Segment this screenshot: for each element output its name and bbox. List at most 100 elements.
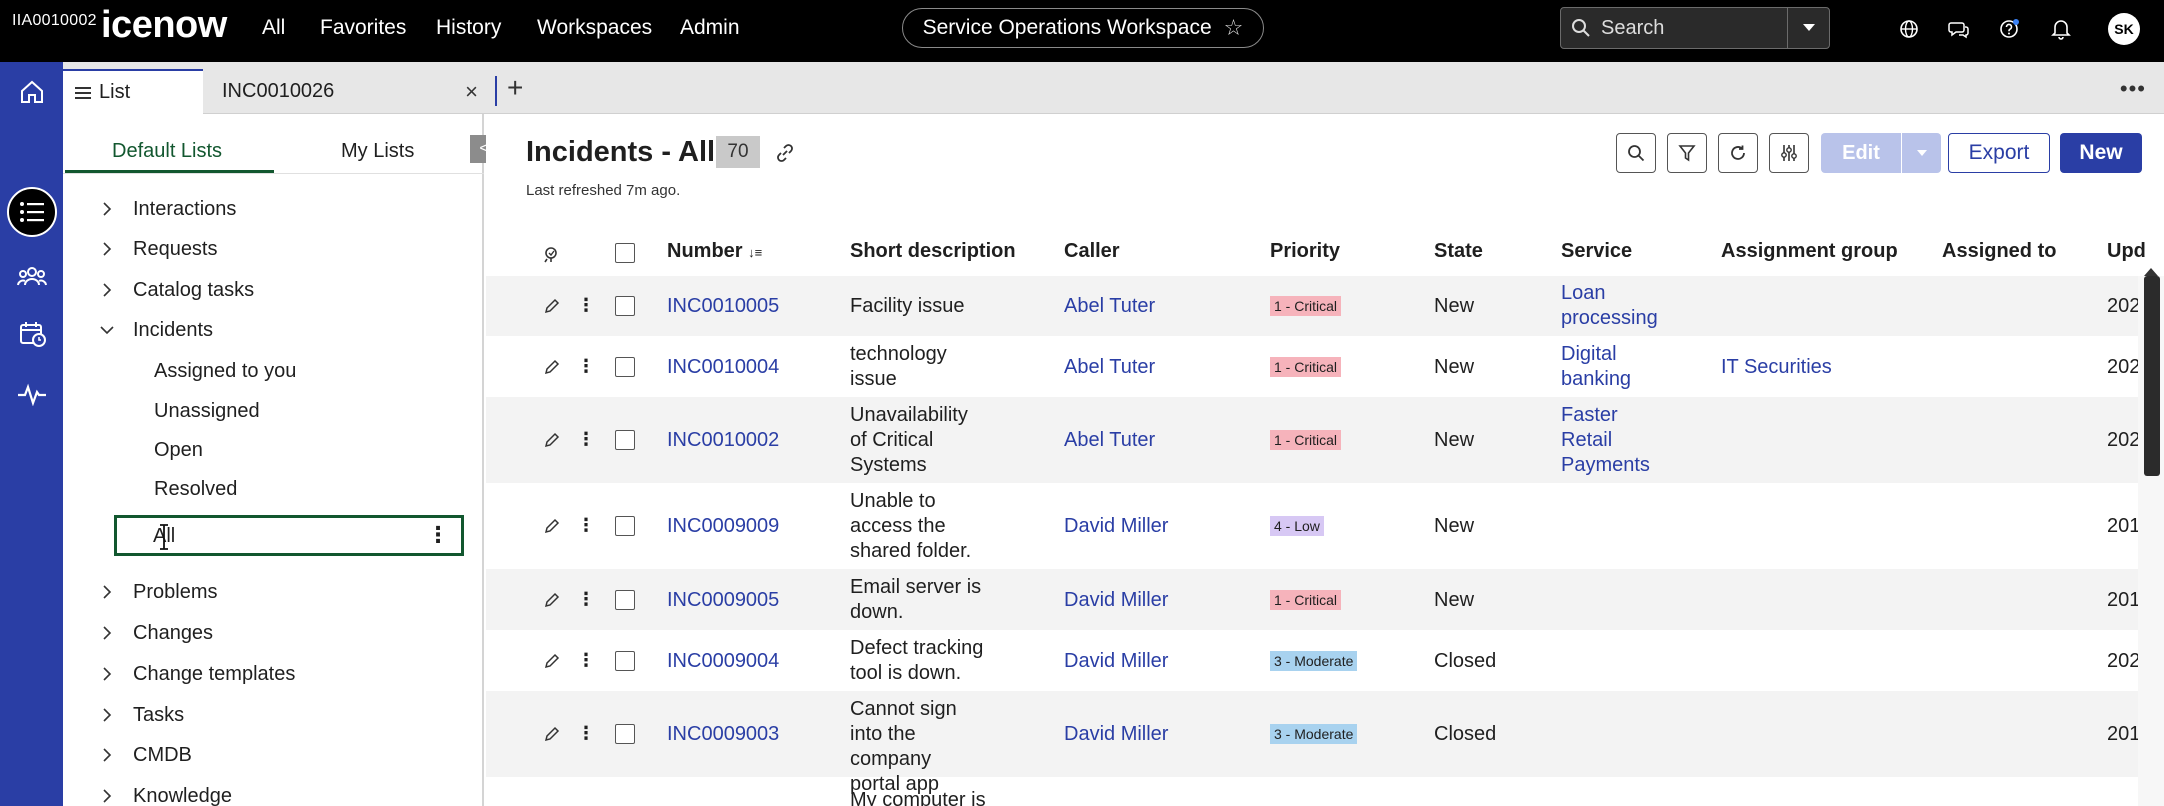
- column-header-short-description[interactable]: Short description: [850, 240, 1016, 263]
- table-row[interactable]: ⋮ INC0009004 Defect tracking tool is down.…: [486, 630, 2150, 691]
- link-icon[interactable]: [772, 140, 798, 166]
- sort-icon[interactable]: ↓≡: [748, 245, 762, 260]
- select-all-checkbox[interactable]: [615, 243, 635, 263]
- incident-number-link[interactable]: INC0010004: [667, 355, 779, 380]
- nav-admin[interactable]: Admin: [680, 16, 740, 40]
- table-row[interactable]: My computer is: [486, 777, 2150, 806]
- edit-row-icon[interactable]: [542, 357, 562, 377]
- tab-list[interactable]: List: [63, 69, 203, 114]
- tree-item-problems[interactable]: Problems: [63, 574, 217, 610]
- refresh-button[interactable]: [1718, 133, 1758, 173]
- item-menu-icon[interactable]: ⋮: [427, 522, 449, 548]
- tree-item-catalog-tasks[interactable]: Catalog tasks: [63, 272, 254, 308]
- export-button[interactable]: Export: [1948, 133, 2050, 173]
- incident-number-link[interactable]: INC0010005: [667, 294, 779, 319]
- tree-sub-all-selected[interactable]: All ⋮: [114, 515, 464, 556]
- table-row[interactable]: ⋮ INC0009009 Unable to access the shared f…: [486, 483, 2150, 569]
- logo[interactable]: icenow: [101, 4, 227, 47]
- table-row[interactable]: ⋮ INC0010005 Facility issue Abel Tuter 1 - C…: [486, 276, 2150, 336]
- highlight-icon[interactable]: [542, 244, 562, 269]
- caller-link[interactable]: Abel Tuter: [1064, 428, 1155, 453]
- edit-button[interactable]: Edit: [1821, 133, 1901, 173]
- column-header-service[interactable]: Service: [1561, 240, 1632, 263]
- table-row[interactable]: ⋮ INC0009005 Email server is down. David Mi…: [486, 569, 2150, 630]
- incident-number-link[interactable]: INC0009004: [667, 649, 779, 674]
- tree-item-incidents[interactable]: Incidents: [63, 312, 213, 348]
- row-checkbox[interactable]: [615, 650, 635, 671]
- tree-item-cmdb[interactable]: CMDB: [63, 737, 192, 773]
- scroll-up-arrow-icon[interactable]: [2144, 268, 2158, 276]
- table-row[interactable]: ⋮ INC0010002 Unavailability of Critical Sy…: [486, 397, 2150, 483]
- help-icon[interactable]: [1996, 16, 2022, 42]
- edit-row-icon[interactable]: [542, 430, 562, 450]
- tab-record[interactable]: INC0010026 ×: [222, 69, 488, 114]
- row-checkbox[interactable]: [615, 516, 635, 536]
- row-menu-icon[interactable]: ⋮: [577, 650, 595, 671]
- more-icon[interactable]: •••: [2120, 76, 2146, 102]
- assignment-group-link[interactable]: IT Securities: [1721, 355, 1832, 380]
- column-header-updated[interactable]: Upd: [2107, 240, 2146, 263]
- column-header-priority[interactable]: Priority: [1270, 240, 1340, 263]
- list-icon[interactable]: [7, 187, 57, 237]
- row-checkbox[interactable]: [615, 296, 635, 316]
- bell-icon[interactable]: [2048, 16, 2074, 42]
- row-checkbox[interactable]: [615, 724, 635, 744]
- row-checkbox[interactable]: [615, 430, 635, 450]
- tree-sub-unassigned[interactable]: Unassigned: [154, 393, 260, 429]
- nav-favorites[interactable]: Favorites: [320, 16, 406, 40]
- row-checkbox[interactable]: [615, 356, 635, 377]
- edit-button-group[interactable]: Edit: [1821, 133, 1941, 173]
- tree-sub-assigned-to-you[interactable]: Assigned to you: [154, 353, 296, 389]
- caller-link[interactable]: David Miller: [1064, 649, 1168, 674]
- new-button[interactable]: New: [2060, 133, 2142, 173]
- search-list-button[interactable]: [1616, 133, 1656, 173]
- service-link[interactable]: Faster Retail Payments: [1561, 403, 1671, 478]
- edit-row-icon[interactable]: [542, 590, 562, 610]
- tab-default-lists[interactable]: Default Lists: [112, 140, 222, 163]
- service-link[interactable]: Digital banking: [1561, 342, 1671, 392]
- row-checkbox[interactable]: [615, 589, 635, 610]
- row-menu-icon[interactable]: ⋮: [577, 429, 595, 450]
- row-menu-icon[interactable]: ⋮: [577, 356, 595, 377]
- filter-button[interactable]: [1667, 133, 1707, 173]
- caller-link[interactable]: David Miller: [1064, 722, 1168, 747]
- edit-row-icon[interactable]: [542, 516, 562, 536]
- search-scope-dropdown[interactable]: [1787, 8, 1829, 48]
- star-icon[interactable]: ☆: [1224, 15, 1244, 41]
- avatar[interactable]: SK: [2108, 13, 2140, 45]
- row-menu-icon[interactable]: ⋮: [577, 295, 595, 316]
- incident-number-link[interactable]: INC0009003: [667, 722, 779, 747]
- globe-icon[interactable]: [1896, 16, 1922, 42]
- row-menu-icon[interactable]: ⋮: [577, 589, 595, 610]
- tree-item-change-templates[interactable]: Change templates: [63, 656, 295, 692]
- column-header-state[interactable]: State: [1434, 240, 1483, 263]
- groups-icon[interactable]: [14, 258, 50, 294]
- search-input[interactable]: Search: [1601, 17, 1787, 40]
- close-icon[interactable]: ×: [465, 79, 478, 105]
- incident-number-link[interactable]: INC0009005: [667, 588, 779, 613]
- column-settings-button[interactable]: [1769, 133, 1809, 173]
- tree-item-changes[interactable]: Changes: [63, 615, 213, 651]
- caller-link[interactable]: Abel Tuter: [1064, 355, 1155, 380]
- incident-number-link[interactable]: INC0009009: [667, 514, 779, 539]
- tree-item-interactions[interactable]: Interactions: [63, 191, 236, 227]
- tree-sub-open[interactable]: Open: [154, 432, 203, 468]
- service-link[interactable]: Loan processing: [1561, 281, 1671, 331]
- edit-dropdown-button[interactable]: [1902, 133, 1941, 173]
- vertical-scrollbar[interactable]: [2138, 268, 2164, 806]
- activity-icon[interactable]: [14, 376, 50, 412]
- chat-icon[interactable]: [1946, 16, 1972, 42]
- tree-item-tasks[interactable]: Tasks: [63, 697, 184, 733]
- add-tab-icon[interactable]: +: [507, 72, 523, 104]
- schedule-icon[interactable]: [14, 316, 50, 352]
- caller-link[interactable]: Abel Tuter: [1064, 294, 1155, 319]
- tree-sub-resolved[interactable]: Resolved: [154, 471, 237, 507]
- edit-row-icon[interactable]: [542, 651, 562, 671]
- incident-number-link[interactable]: INC0010002: [667, 428, 779, 453]
- row-menu-icon[interactable]: ⋮: [577, 723, 595, 744]
- column-header-assigned-to[interactable]: Assigned to: [1942, 240, 2056, 263]
- global-search[interactable]: Search: [1560, 7, 1830, 49]
- column-header-caller[interactable]: Caller: [1064, 240, 1120, 263]
- column-header-number[interactable]: Number ↓≡: [667, 240, 762, 263]
- home-icon[interactable]: [14, 74, 50, 110]
